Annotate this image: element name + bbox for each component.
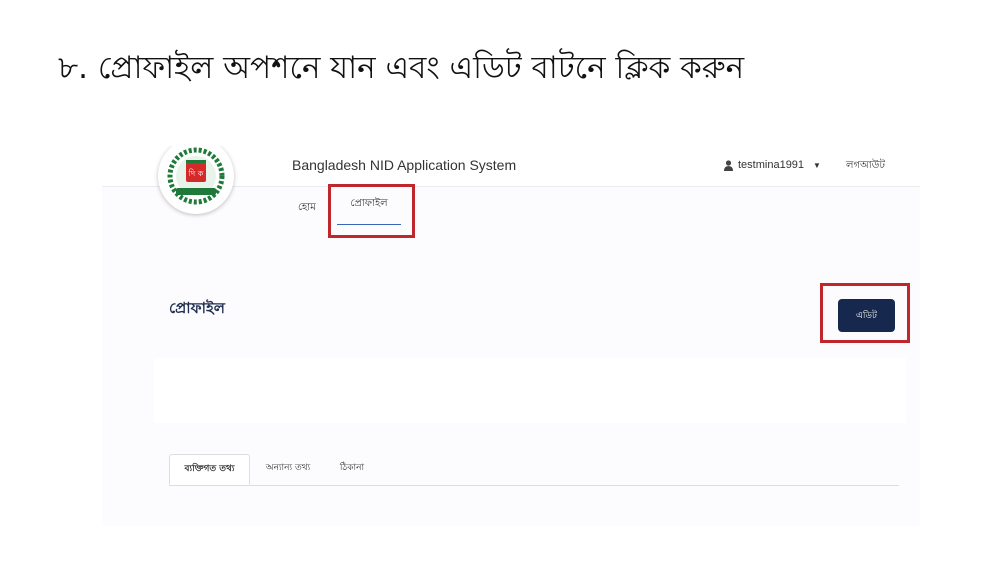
bangladesh-government-emblem-icon[interactable]: দি ক: [158, 146, 234, 214]
app-screenshot: দি ক Bangladesh NID Application System t…: [102, 146, 920, 526]
tab-address[interactable]: ঠিকানা: [335, 454, 369, 485]
highlight-box-edit-button: [820, 283, 910, 343]
tab-personal-info[interactable]: ব্যক্তিগত তথ্য: [169, 454, 250, 485]
username: testmina1991: [738, 159, 805, 171]
page-title: প্রোফাইল: [169, 299, 225, 317]
app-title: Bangladesh NID Application System: [292, 157, 517, 173]
nav-item-home[interactable]: হোম: [298, 200, 316, 217]
emblem-graphic: দি ক: [167, 147, 225, 205]
profile-summary-panel: [154, 358, 906, 423]
svg-text:দি ক: দি ক: [188, 169, 204, 178]
tab-other-info[interactable]: অন্যান্য তথ্য: [263, 454, 313, 485]
logout-link[interactable]: লগআউট: [846, 158, 885, 175]
profile-tabs: ব্যক্তিগত তথ্য অন্যান্য তথ্য ঠিকানা: [169, 454, 899, 486]
person-icon: [724, 159, 733, 171]
caret-down-icon[interactable]: ▼: [813, 161, 821, 170]
slide-title: ৮. প্রোফাইল অপশনে যান এবং এডিট বাটনে ক্ল…: [58, 50, 745, 86]
top-navbar: দি ক Bangladesh NID Application System t…: [102, 146, 920, 214]
user-menu[interactable]: testmina1991 ▼: [724, 159, 821, 171]
highlight-box-profile-nav: [328, 184, 415, 238]
